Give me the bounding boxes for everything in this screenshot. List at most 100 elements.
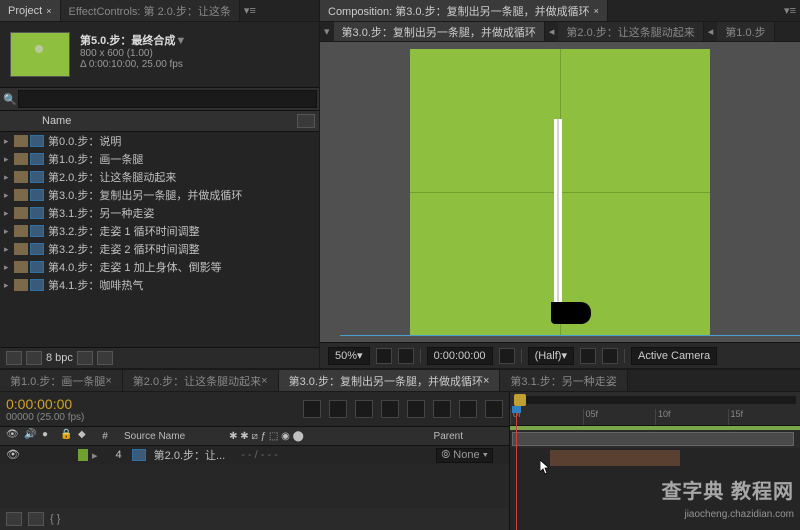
eye-icon[interactable]: 👁 bbox=[6, 429, 20, 443]
layer-name[interactable]: 第2.0.步：让... bbox=[154, 447, 226, 463]
search-input[interactable] bbox=[18, 90, 317, 108]
disclosure-icon[interactable]: ▸ bbox=[4, 226, 14, 237]
eye-icon[interactable]: 👁 bbox=[6, 448, 20, 462]
frame-blend-icon[interactable] bbox=[381, 400, 399, 418]
disclosure-icon[interactable]: ▸ bbox=[4, 280, 14, 291]
composition-icon bbox=[30, 135, 44, 147]
disclosure-icon[interactable]: ▸ bbox=[4, 172, 14, 183]
disclosure-icon[interactable]: ▸ bbox=[4, 208, 14, 219]
chevron-left-icon[interactable]: ◂ bbox=[545, 25, 559, 38]
tl-tab-label: 第3.0.步：复制出另一条腿，并做成循环 bbox=[289, 373, 483, 389]
panel-menu-icon[interactable]: ▾≡ bbox=[780, 4, 800, 17]
layer-duration-bar[interactable] bbox=[512, 432, 794, 446]
list-item[interactable]: ▸第3.2.步：走姿 1 循环时间调整 bbox=[0, 222, 319, 240]
time-display[interactable]: 0:00:00:00 bbox=[427, 347, 493, 365]
tab-composition[interactable]: Composition: 第3.0.步：复制出另一条腿，并做成循环× bbox=[320, 0, 608, 21]
composition-panel: Composition: 第3.0.步：复制出另一条腿，并做成循环× ▾≡ ▾ … bbox=[320, 0, 800, 368]
viewer-tab[interactable]: 第2.0.步：让这条腿动起来 bbox=[558, 22, 703, 41]
motion-blur-icon[interactable] bbox=[407, 400, 425, 418]
expand-icon[interactable]: { } bbox=[50, 513, 60, 525]
toggle-switches-icon[interactable] bbox=[6, 512, 22, 526]
timeline-tabs: 第1.0.步：画一条腿 × 第2.0.步：让这条腿动起来 × 第3.0.步：复制… bbox=[0, 370, 800, 392]
grid-icon[interactable] bbox=[376, 348, 392, 364]
label-icon[interactable]: ◆ bbox=[78, 429, 92, 443]
current-time[interactable]: 0:00:00:00 bbox=[6, 396, 84, 412]
timeline-tab[interactable]: 第2.0.步：让这条腿动起来 × bbox=[123, 370, 279, 391]
parent-dropdown[interactable]: ⦾ None ▾ bbox=[436, 448, 493, 463]
shape-leg[interactable] bbox=[554, 119, 562, 311]
canvas[interactable] bbox=[410, 49, 710, 335]
timeline-tab[interactable]: 第3.1.步：另一种走姿 bbox=[500, 370, 627, 391]
flowchart-icon[interactable]: ▾ bbox=[320, 25, 334, 38]
disclosure-icon[interactable]: ▸ bbox=[4, 136, 14, 147]
search-icon[interactable]: 🔍 bbox=[2, 93, 18, 106]
roi-icon[interactable] bbox=[602, 348, 618, 364]
snapshot-icon[interactable] bbox=[499, 348, 515, 364]
disclosure-icon[interactable]: ▸ bbox=[92, 449, 98, 462]
list-item[interactable]: ▸ 第1.0.步：画一条腿 bbox=[0, 150, 319, 168]
solo-icon[interactable]: ● bbox=[42, 429, 56, 443]
tab-close-icon[interactable]: × bbox=[594, 6, 599, 16]
column-header[interactable]: Name bbox=[0, 111, 319, 132]
shy-icon[interactable] bbox=[355, 400, 373, 418]
folder-icon bbox=[14, 135, 28, 147]
bpc-label[interactable]: 8 bpc bbox=[46, 352, 73, 364]
composition-icon bbox=[30, 243, 44, 255]
transparency-icon[interactable] bbox=[580, 348, 596, 364]
search-icon[interactable] bbox=[303, 400, 321, 418]
viewer-tab[interactable]: 第3.0.步：复制出另一条腿，并做成循环 bbox=[334, 22, 545, 41]
layer-expanded-content[interactable] bbox=[550, 450, 680, 466]
list-item[interactable]: ▸第0.0.步：说明 bbox=[0, 132, 319, 150]
disclosure-icon[interactable]: ▸ bbox=[4, 190, 14, 201]
mask-toggle-icon[interactable] bbox=[398, 348, 414, 364]
brainstorm-icon[interactable] bbox=[459, 400, 477, 418]
zoom-dropdown[interactable]: 50% ▾ bbox=[328, 347, 370, 365]
interpret-icon[interactable] bbox=[6, 351, 22, 365]
viewer-tab[interactable]: 第1.0.步 bbox=[717, 22, 774, 41]
tab-effect-controls[interactable]: EffectControls: 第 2.0.步：让这条 bbox=[61, 0, 240, 21]
tab-project[interactable]: Project× bbox=[0, 0, 61, 21]
comp-mini-icon[interactable] bbox=[329, 400, 347, 418]
list-item[interactable]: ▸第2.0.步：让这条腿动起来 bbox=[0, 168, 319, 186]
timeline-tab[interactable]: 第3.0.步：复制出另一条腿，并做成循环 × bbox=[279, 370, 501, 391]
tab-close-icon[interactable]: × bbox=[46, 6, 51, 16]
timeline-footer: { } bbox=[0, 508, 509, 530]
time-ruler[interactable]: 0f 05f 10f 15f bbox=[510, 392, 800, 426]
tick-label: 15f bbox=[728, 409, 800, 425]
trash-icon[interactable] bbox=[97, 351, 113, 365]
item-label: 第1.0.步：画一条腿 bbox=[48, 151, 143, 167]
dropdown-icon[interactable]: ▼ bbox=[175, 35, 186, 47]
label-icon[interactable] bbox=[297, 114, 315, 128]
list-item[interactable]: ▸第3.2.步：走姿 2 循环时间调整 bbox=[0, 240, 319, 258]
time-navigator-start[interactable] bbox=[514, 394, 526, 406]
layer-switches[interactable]: - - / - - - bbox=[241, 449, 278, 461]
list-item[interactable]: ▸第3.0.步：复制出另一条腿，并做成循环 bbox=[0, 186, 319, 204]
timeline-tab[interactable]: 第1.0.步：画一条腿 × bbox=[0, 370, 123, 391]
chevron-left-icon[interactable]: ◂ bbox=[704, 25, 718, 38]
disclosure-icon[interactable]: ▸ bbox=[4, 244, 14, 255]
new-comp-icon[interactable] bbox=[77, 351, 93, 365]
draft-3d-icon[interactable] bbox=[485, 400, 503, 418]
panel-menu-icon[interactable]: ▾≡ bbox=[240, 4, 260, 17]
source-column[interactable]: Source Name bbox=[124, 431, 185, 442]
toggle-modes-icon[interactable] bbox=[28, 512, 44, 526]
layer-row[interactable]: 👁 ▸ 4 第2.0.步：让... - - / - - - ⦾ None ▾ bbox=[0, 446, 509, 464]
playhead[interactable] bbox=[516, 410, 517, 530]
speaker-icon[interactable]: 🔊 bbox=[24, 429, 38, 443]
resolution-dropdown[interactable]: (Half) ▾ bbox=[528, 347, 574, 365]
comp-thumbnail[interactable] bbox=[10, 32, 70, 77]
parent-value: None bbox=[453, 449, 479, 461]
list-item[interactable]: ▸第4.0.步：走姿 1 加上身体、倒影等 bbox=[0, 258, 319, 276]
new-folder-icon[interactable] bbox=[26, 351, 42, 365]
composition-viewer[interactable] bbox=[320, 42, 800, 342]
disclosure-icon[interactable]: ▸ bbox=[4, 262, 14, 273]
list-item[interactable]: ▸第3.1.步：另一种走姿 bbox=[0, 204, 319, 222]
disclosure-icon[interactable]: ▸ bbox=[4, 154, 14, 165]
graph-editor-icon[interactable] bbox=[433, 400, 451, 418]
list-item[interactable]: ▸第4.1.步：咖啡热气 bbox=[0, 276, 319, 294]
lock-icon[interactable]: 🔒 bbox=[60, 429, 74, 443]
guide-horizontal[interactable] bbox=[340, 335, 800, 336]
camera-dropdown[interactable]: Active Camera bbox=[631, 347, 717, 365]
shape-foot[interactable] bbox=[551, 302, 591, 324]
layer-label-color[interactable] bbox=[78, 449, 88, 461]
